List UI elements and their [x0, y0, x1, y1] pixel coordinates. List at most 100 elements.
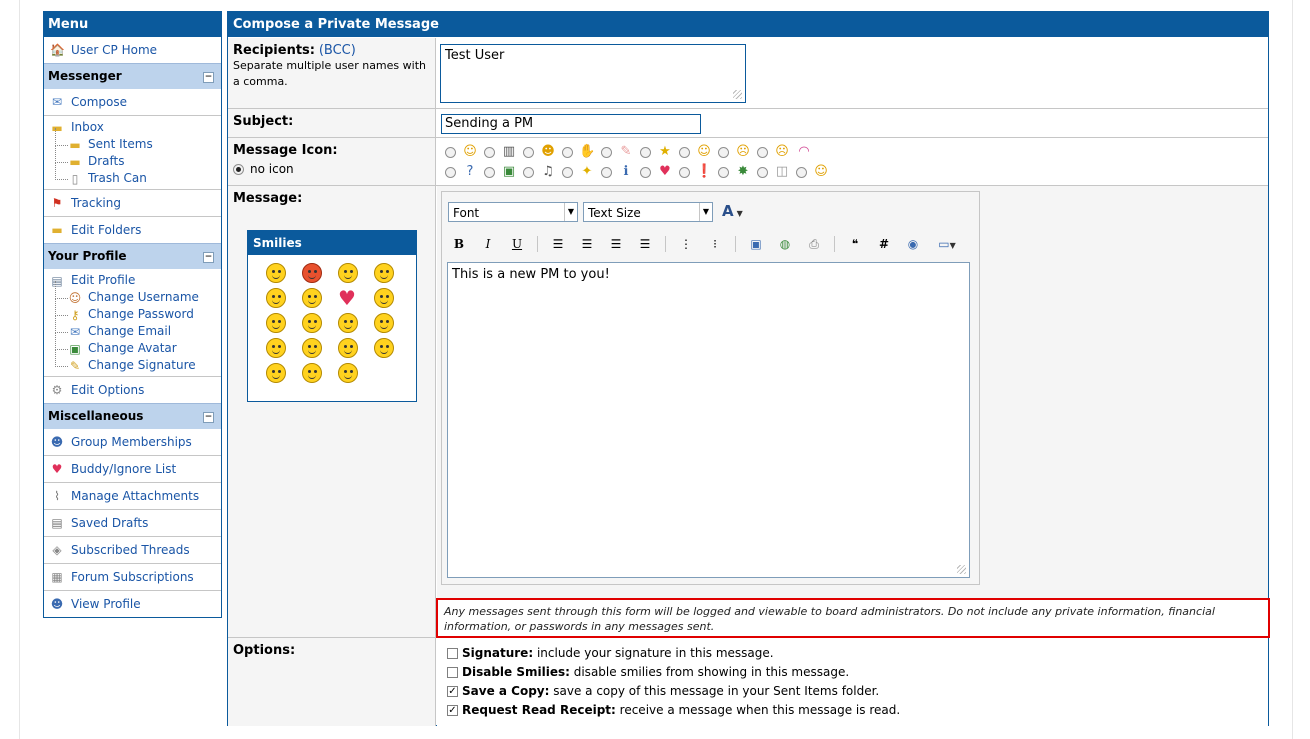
sidebar-item-edit-options[interactable]: ⚙ Edit Options: [44, 376, 221, 403]
sidebar-item-view-profile[interactable]: ☻ View Profile: [44, 590, 221, 617]
no-icon-option[interactable]: no icon: [233, 162, 435, 176]
quote-icon[interactable]: ❝: [846, 235, 864, 253]
option-disable-smilies[interactable]: Disable Smilies: disable smilies from sh…: [447, 663, 1268, 682]
heart-smiley-icon[interactable]: ♥: [338, 288, 358, 308]
icon-radio[interactable]: [523, 146, 534, 158]
sidebar-item-change-avatar[interactable]: ▣ Change Avatar: [44, 332, 221, 357]
subject-input[interactable]: Sending a PM: [441, 114, 701, 134]
frown-smiley-icon[interactable]: [338, 363, 358, 383]
icon-radio[interactable]: [757, 146, 768, 158]
save-copy-checkbox[interactable]: ✓: [447, 686, 458, 697]
icon-radio[interactable]: [679, 166, 690, 178]
exclamation-smiley-icon[interactable]: [302, 288, 322, 308]
media-icon[interactable]: ▭▼: [933, 235, 961, 253]
grin-smiley-icon[interactable]: [338, 338, 358, 358]
align-center-icon[interactable]: ☰: [578, 235, 596, 253]
php-icon[interactable]: ◉: [904, 235, 922, 253]
sidebar-item-change-signature[interactable]: ✎ Change Signature: [44, 349, 221, 374]
resize-grip-icon[interactable]: [733, 90, 742, 99]
rolleyes-smiley-icon[interactable]: [302, 313, 322, 333]
signature-checkbox[interactable]: [447, 648, 458, 659]
text-color-button[interactable]: A ▼: [722, 202, 743, 220]
icon-radio[interactable]: [718, 166, 729, 178]
collapse-icon[interactable]: −: [203, 72, 214, 83]
message-textarea[interactable]: This is a new PM to you!: [447, 262, 970, 578]
sidebar-item-trash[interactable]: ▯ Trash Can: [44, 162, 221, 187]
sidebar-item-drafts[interactable]: ▬ Drafts: [44, 145, 221, 170]
cool-smiley-icon[interactable]: [374, 263, 394, 283]
insert-link-icon[interactable]: ◍: [776, 235, 794, 253]
no-icon-radio[interactable]: [233, 163, 244, 175]
resize-grip-icon[interactable]: [957, 565, 966, 574]
eyes-smiley-icon[interactable]: [266, 363, 286, 383]
underline-icon[interactable]: U: [508, 235, 526, 253]
question-smiley-icon[interactable]: [374, 288, 394, 308]
option-save-copy[interactable]: ✓ Save a Copy: save a copy of this messa…: [447, 682, 1268, 701]
sidebar-item-forum-subscriptions[interactable]: ▦ Forum Subscriptions: [44, 563, 221, 590]
icon-radio[interactable]: [601, 166, 612, 178]
mad-smiley-icon[interactable]: [302, 263, 322, 283]
thinking-smiley-icon[interactable]: [338, 313, 358, 333]
option-signature[interactable]: Signature: include your signature in thi…: [447, 644, 1268, 663]
sidebar-item-label: Change Signature: [88, 358, 196, 372]
confused-smiley-icon[interactable]: [338, 263, 358, 283]
sidebar-item-subscribed-threads[interactable]: ◈ Subscribed Threads: [44, 536, 221, 563]
unordered-list-icon[interactable]: ⁝: [706, 235, 724, 253]
sidebar-item-manage-attachments[interactable]: ⌇ Manage Attachments: [44, 482, 221, 509]
collapse-icon[interactable]: −: [203, 412, 214, 423]
italic-icon[interactable]: I: [479, 235, 497, 253]
sidebar-item-group-memberships[interactable]: ☻ Group Memberships: [44, 429, 221, 455]
align-right-icon[interactable]: ☰: [607, 235, 625, 253]
align-left-icon[interactable]: ☰: [549, 235, 567, 253]
sidebar-item-saved-drafts[interactable]: ▤ Saved Drafts: [44, 509, 221, 536]
folder-group: ▬ Inbox ▬ Sent Items ▬ Drafts ▯ Trash Ca…: [44, 115, 221, 189]
icon-radio[interactable]: [562, 146, 573, 158]
icon-radio[interactable]: [445, 166, 456, 178]
happy-smiley-icon[interactable]: [266, 338, 286, 358]
icon-radio[interactable]: [445, 146, 456, 158]
justify-icon[interactable]: ☰: [636, 235, 654, 253]
sunglasses-smiley-icon[interactable]: [302, 338, 322, 358]
blush-smiley-icon[interactable]: [302, 363, 322, 383]
icon-radio[interactable]: [718, 146, 729, 158]
icon-radio[interactable]: [523, 166, 534, 178]
icon-radio[interactable]: [640, 146, 651, 158]
icon-radio[interactable]: [679, 146, 690, 158]
collapse-icon[interactable]: −: [203, 252, 214, 263]
sidebar-item-change-username[interactable]: ☺ Change Username: [44, 281, 221, 306]
icon-radio[interactable]: [484, 166, 495, 178]
icon-radio[interactable]: [562, 166, 573, 178]
attachment-icon[interactable]: ⎙: [805, 235, 823, 253]
sidebar-item-compose[interactable]: ✉ Compose: [44, 89, 221, 115]
icon-radio[interactable]: [484, 146, 495, 158]
sidebar-item-user-cp-home[interactable]: 🏠 User CP Home: [44, 37, 221, 63]
icon-radio[interactable]: [601, 146, 612, 158]
sidebar-item-buddy-ignore[interactable]: ♥ Buddy/Ignore List: [44, 455, 221, 482]
sidebar-item-edit-profile[interactable]: ▤ Edit Profile: [44, 272, 221, 289]
insert-image-icon[interactable]: ▣: [747, 235, 765, 253]
sidebar-item-sent-items[interactable]: ▬ Sent Items: [44, 128, 221, 153]
font-select[interactable]: Font ▼: [448, 202, 578, 222]
sidebar-item-edit-folders[interactable]: ▬ Edit Folders: [44, 216, 221, 243]
bold-icon[interactable]: B: [450, 235, 468, 253]
sidebar-item-change-email[interactable]: ✉ Change Email: [44, 315, 221, 340]
read-receipt-checkbox[interactable]: ✓: [447, 705, 458, 716]
option-read-receipt[interactable]: ✓ Request Read Receipt: receive a messag…: [447, 701, 1268, 720]
ordered-list-icon[interactable]: ⋮: [677, 235, 695, 253]
sidebar-item-change-password[interactable]: ⚷ Change Password: [44, 298, 221, 323]
bcc-link[interactable]: (BCC): [319, 43, 356, 58]
eek-smiley-icon[interactable]: [266, 288, 286, 308]
icon-radio[interactable]: [757, 166, 768, 178]
idea-smiley-icon[interactable]: [266, 313, 286, 333]
smile-smiley-icon[interactable]: [374, 313, 394, 333]
sidebar-item-inbox[interactable]: ▬ Inbox: [44, 119, 221, 136]
recipients-input[interactable]: Test User: [440, 44, 746, 103]
tongue-smiley-icon[interactable]: [374, 338, 394, 358]
icon-radio[interactable]: [796, 166, 807, 178]
code-icon[interactable]: #: [875, 235, 893, 253]
disable-smilies-checkbox[interactable]: [447, 667, 458, 678]
sidebar-item-tracking[interactable]: ⚑ Tracking: [44, 189, 221, 216]
icon-radio[interactable]: [640, 166, 651, 178]
angel-smiley-icon[interactable]: [266, 263, 286, 283]
text-size-select[interactable]: Text Size ▼: [583, 202, 713, 222]
